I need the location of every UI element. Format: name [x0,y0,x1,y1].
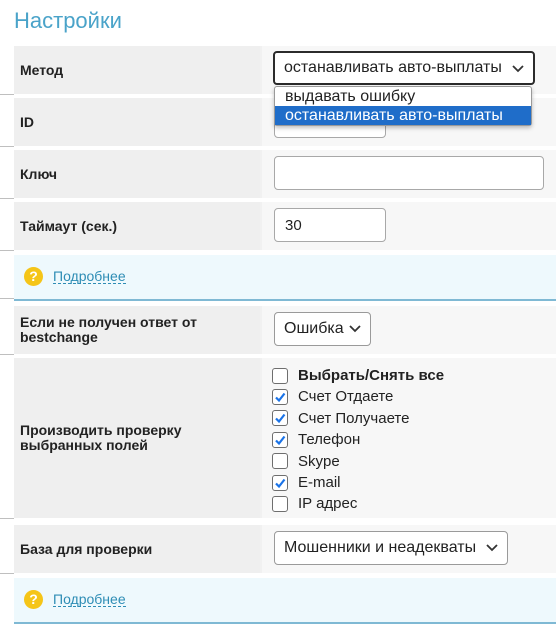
id-label: ID [14,98,260,146]
checkbox-label: IP адрес [298,495,358,513]
no-response-label: Если не получен ответ от bestchange [14,306,260,354]
divider [0,573,14,574]
checkbox-label: Счет Отдаете [298,388,394,406]
timeout-label: Таймаут (сек.) [14,202,260,250]
checkbox-checked[interactable] [272,410,288,427]
checkbox-checked[interactable] [272,431,288,448]
method-value: останавливать авто-выплаты [284,59,502,76]
divider [0,94,14,95]
field-checkbox[interactable]: Счет Получаете [272,410,409,427]
method-label: Метод [14,46,260,94]
check-icon [275,392,286,403]
checkbox-label: Счет Получаете [298,409,410,427]
timeout-input[interactable] [274,208,386,242]
divider [0,518,14,519]
checkbox-unchecked[interactable] [272,453,288,470]
method-dropdown: выдавать ошибку останавливать авто-выпла… [274,86,532,126]
divider [0,146,14,147]
field-checkbox[interactable]: E-mail [272,474,341,491]
base-select[interactable]: Мошенники и неадекваты [274,531,508,565]
divider [0,198,14,199]
no-response-select[interactable]: Ошибка [274,312,371,346]
no-response-value: Ошибка [284,320,344,337]
check-icon [275,414,286,424]
page-title: Настройки [14,8,122,33]
checkbox-label: Выбрать/Снять все [298,367,445,384]
chevron-down-icon [512,65,524,73]
divider [0,298,14,299]
more-link[interactable]: Подробнее [53,592,126,607]
checkbox-unchecked[interactable] [272,495,288,512]
method-select[interactable]: останавливать авто-выплаты [273,51,535,85]
base-label: База для проверки [14,525,260,573]
method-option-selected[interactable]: останавливать авто-выплаты [275,106,531,125]
field-checkbox[interactable]: Телефон [272,431,360,448]
more-link[interactable]: Подробнее [53,269,126,284]
checkbox-unchecked[interactable] [272,367,288,384]
key-label: Ключ [14,150,260,198]
chevron-down-icon [349,325,361,333]
field-checkbox[interactable]: Счет Отдаете [272,388,393,405]
checkbox-checked[interactable] [272,474,288,491]
field-checkbox[interactable]: IP адрес [272,495,357,512]
select-all-checkbox[interactable]: Выбрать/Снять все [272,367,444,384]
method-option[interactable]: выдавать ошибку [275,87,531,106]
question-icon: ? [24,590,43,609]
info-panel-2: ? Подробнее [14,578,556,624]
checkbox-label: E-mail [298,474,341,491]
check-icon [275,478,286,488]
key-input[interactable] [274,156,544,190]
checkbox-checked[interactable] [272,388,288,405]
checkbox-label: Телефон [298,431,361,449]
divider [0,250,14,251]
check-icon [275,435,286,445]
checkbox-label: Skype [298,452,340,470]
divider [0,354,14,355]
base-value: Мошенники и неадекваты [284,539,477,556]
check-fields-label: Производить проверку выбранных полей [14,358,260,518]
info-panel-1: ? Подробнее [14,255,556,301]
chevron-down-icon [486,544,498,552]
question-icon: ? [24,267,43,286]
field-checkbox[interactable]: Skype [272,453,340,470]
